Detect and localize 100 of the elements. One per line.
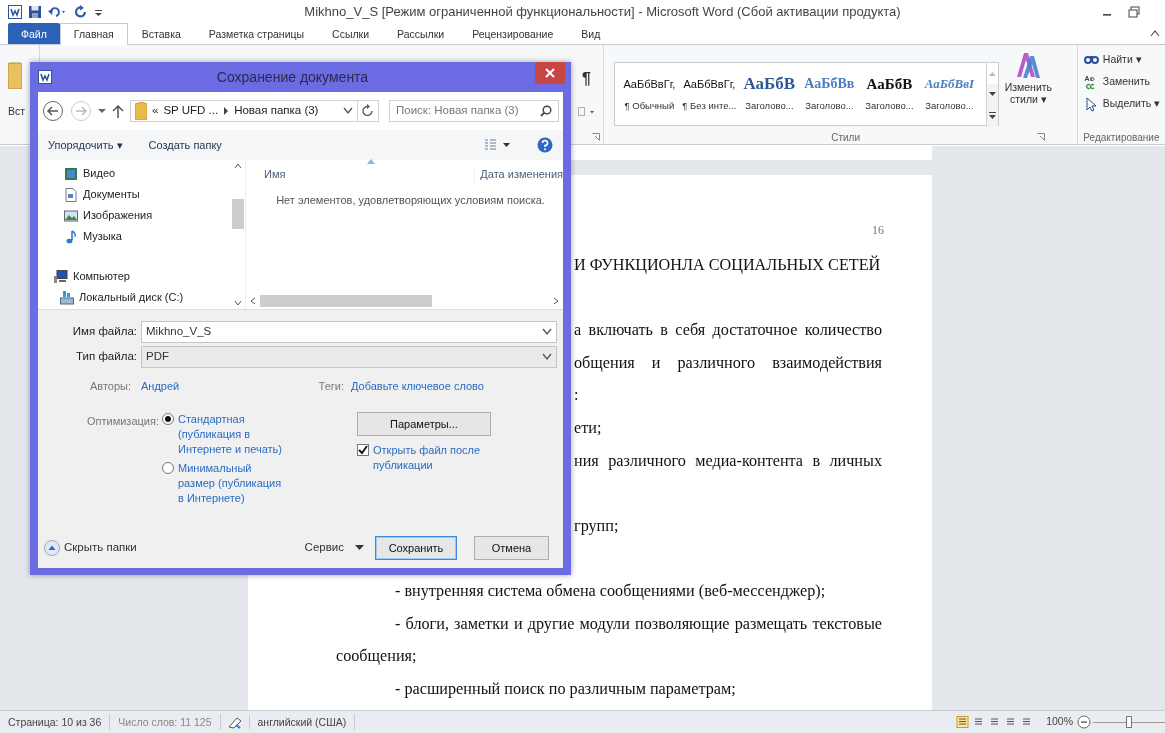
file-type-select[interactable]: PDF bbox=[141, 346, 557, 368]
dropdown-caret-icon[interactable] bbox=[542, 353, 552, 361]
window-title: Mikhno_V_S [Режим ограниченной функциональности] - Microsoft Word (Сбой активации продукта) bbox=[303, 3, 902, 22]
close-button[interactable] bbox=[535, 62, 565, 84]
editing-command[interactable]: Найти ▾ bbox=[1102, 52, 1142, 68]
nav-item[interactable]: Изображения bbox=[38, 205, 231, 226]
nav-item[interactable]: Документы bbox=[38, 184, 231, 205]
document-text: ети; bbox=[574, 418, 602, 437]
word-icon[interactable] bbox=[8, 5, 22, 19]
computer-icon bbox=[54, 269, 68, 284]
ribbon-tab[interactable]: Главная bbox=[59, 23, 128, 45]
search-field[interactable]: Поиск: Новая папка (3) bbox=[396, 102, 540, 120]
scroll-left-icon[interactable] bbox=[250, 297, 256, 305]
language-indicator[interactable]: английский (США) bbox=[249, 714, 356, 730]
save-icon[interactable] bbox=[28, 5, 42, 19]
collapse-ribbon-icon[interactable] bbox=[1149, 28, 1161, 38]
document-text: И ФУНКЦИОНЛА СОЦИАЛЬНЫХ СЕТЕЙ bbox=[574, 256, 881, 274]
pilcrow-button[interactable]: ¶ bbox=[582, 67, 591, 91]
search-box[interactable]: Поиск: Новая папка (3) bbox=[389, 100, 559, 122]
column-header[interactable]: Имя bbox=[264, 165, 286, 183]
tools-menu[interactable]: Сервис bbox=[304, 539, 344, 557]
film-icon bbox=[64, 166, 78, 181]
help-icon[interactable] bbox=[537, 137, 553, 153]
document-text: ния различного медиа-контента в личных bbox=[574, 450, 882, 472]
hide-folders-link[interactable]: Скрыть папки bbox=[64, 539, 137, 557]
ribbon-tab[interactable]: Файл bbox=[8, 23, 60, 44]
breadcrumb-item[interactable]: SP UFD ... bbox=[163, 102, 219, 120]
scroll-right-icon[interactable] bbox=[553, 297, 559, 305]
nav-item[interactable]: Видео bbox=[38, 163, 231, 184]
page-count[interactable]: Страница: 10 из 36 bbox=[0, 714, 111, 730]
radio-button[interactable] bbox=[162, 462, 174, 474]
zoom-out-icon[interactable] bbox=[1077, 715, 1091, 729]
scroll-down-icon[interactable] bbox=[234, 300, 242, 306]
radio-button[interactable] bbox=[162, 413, 174, 425]
chevron-icon bbox=[223, 107, 230, 115]
scroll-down-icon[interactable] bbox=[987, 84, 999, 105]
file-name-field[interactable]: Mikhno_V_S bbox=[141, 321, 557, 343]
breadcrumb-item[interactable]: « bbox=[152, 102, 159, 120]
history-caret-icon[interactable] bbox=[98, 107, 106, 115]
ribbon-tab[interactable]: Ссылки bbox=[318, 23, 384, 44]
up-icon[interactable] bbox=[112, 104, 124, 118]
document-text: общения и различного взаимодействия bbox=[574, 352, 882, 374]
save-button[interactable]: Сохранить bbox=[375, 536, 457, 560]
repeat-icon[interactable] bbox=[74, 5, 88, 19]
back-icon[interactable] bbox=[42, 100, 64, 122]
ribbon-tab[interactable]: Рецензирование bbox=[458, 23, 568, 44]
scroll-up-icon[interactable] bbox=[234, 163, 242, 169]
document-text: - расширенный поиск по различным параметрам; bbox=[395, 679, 736, 698]
cancel-button[interactable]: Отмена bbox=[474, 536, 549, 560]
ribbon-tab[interactable]: Рассылки bbox=[383, 23, 459, 44]
pointer-icon[interactable] bbox=[1083, 96, 1099, 112]
toolbar-command[interactable]: Упорядочить ▾ bbox=[48, 136, 123, 154]
paste-label[interactable]: Вст bbox=[8, 104, 26, 120]
search-icon[interactable] bbox=[540, 105, 552, 117]
zoom-slider-thumb[interactable] bbox=[1126, 716, 1132, 728]
music-note-icon bbox=[64, 229, 78, 244]
option-label[interactable]: Минимальный размер (публикация в Интернете) bbox=[178, 461, 286, 506]
option-label[interactable]: Стандартная (публикация в Интернете и печать) bbox=[178, 412, 286, 457]
scrollbar-thumb[interactable] bbox=[260, 295, 432, 307]
group-launcher-icon[interactable] bbox=[1037, 133, 1045, 141]
authors-link[interactable]: Андрей bbox=[141, 377, 316, 395]
nav-item[interactable]: Локальный диск (C:) bbox=[38, 287, 231, 308]
print-layout-icon[interactable] bbox=[956, 716, 970, 728]
checkbox-label[interactable]: Открыть файл после публикации bbox=[373, 443, 493, 473]
zoom-level[interactable]: 100% bbox=[1046, 714, 1073, 730]
scrollbar-thumb[interactable] bbox=[232, 199, 244, 229]
ribbon-tab[interactable]: Разметка страницы bbox=[194, 23, 319, 44]
restore-icon[interactable] bbox=[1127, 5, 1141, 19]
caret-icon[interactable] bbox=[355, 545, 364, 551]
ribbon-tab[interactable]: Вид bbox=[567, 23, 615, 44]
borders-icon[interactable] bbox=[577, 107, 596, 117]
address-bar[interactable]: « SP UFD ... Новая папка (3) bbox=[130, 100, 358, 122]
checkbox[interactable] bbox=[357, 444, 369, 456]
field-label: Теги: bbox=[317, 378, 345, 394]
field-label: Имя файла: bbox=[71, 324, 138, 340]
styles-icon[interactable] bbox=[1015, 51, 1042, 79]
breadcrumb-item[interactable]: Новая папка (3) bbox=[234, 102, 319, 120]
document-text: - внутренняя система обмена сообщениями (веб-мессенджер); bbox=[395, 581, 826, 600]
field-label: Тип файла: bbox=[75, 349, 138, 365]
view-options-icon[interactable] bbox=[485, 139, 511, 151]
group-launcher-icon[interactable] bbox=[592, 133, 601, 141]
more-styles-icon[interactable] bbox=[987, 105, 999, 126]
undo-icon[interactable] bbox=[48, 5, 68, 19]
editing-command[interactable]: Выделить ▾ bbox=[1102, 96, 1161, 112]
ribbon-tab[interactable]: Вставка bbox=[127, 23, 195, 44]
dropdown-caret-icon[interactable] bbox=[542, 328, 552, 336]
collapse-icon[interactable] bbox=[44, 540, 60, 556]
column-header[interactable]: Дата изменения bbox=[474, 165, 563, 183]
dropdown-caret-icon[interactable] bbox=[343, 107, 353, 115]
refresh-icon[interactable] bbox=[357, 100, 379, 122]
change-styles-button[interactable]: Изменить стили ▾ bbox=[999, 79, 1058, 105]
toolbar-command[interactable]: Создать папку bbox=[148, 136, 222, 154]
nav-item[interactable]: Компьютер bbox=[38, 266, 231, 287]
nav-item[interactable]: Музыка bbox=[38, 226, 231, 247]
field-label: Авторы: bbox=[88, 378, 132, 394]
editing-command[interactable]: Заменить bbox=[1102, 74, 1150, 90]
options-button[interactable]: Параметры... bbox=[357, 412, 491, 436]
tags-link[interactable]: Добавьте ключевое слово bbox=[351, 377, 484, 395]
proofing-icon[interactable] bbox=[226, 715, 243, 729]
clipboard-icon[interactable] bbox=[8, 61, 22, 89]
